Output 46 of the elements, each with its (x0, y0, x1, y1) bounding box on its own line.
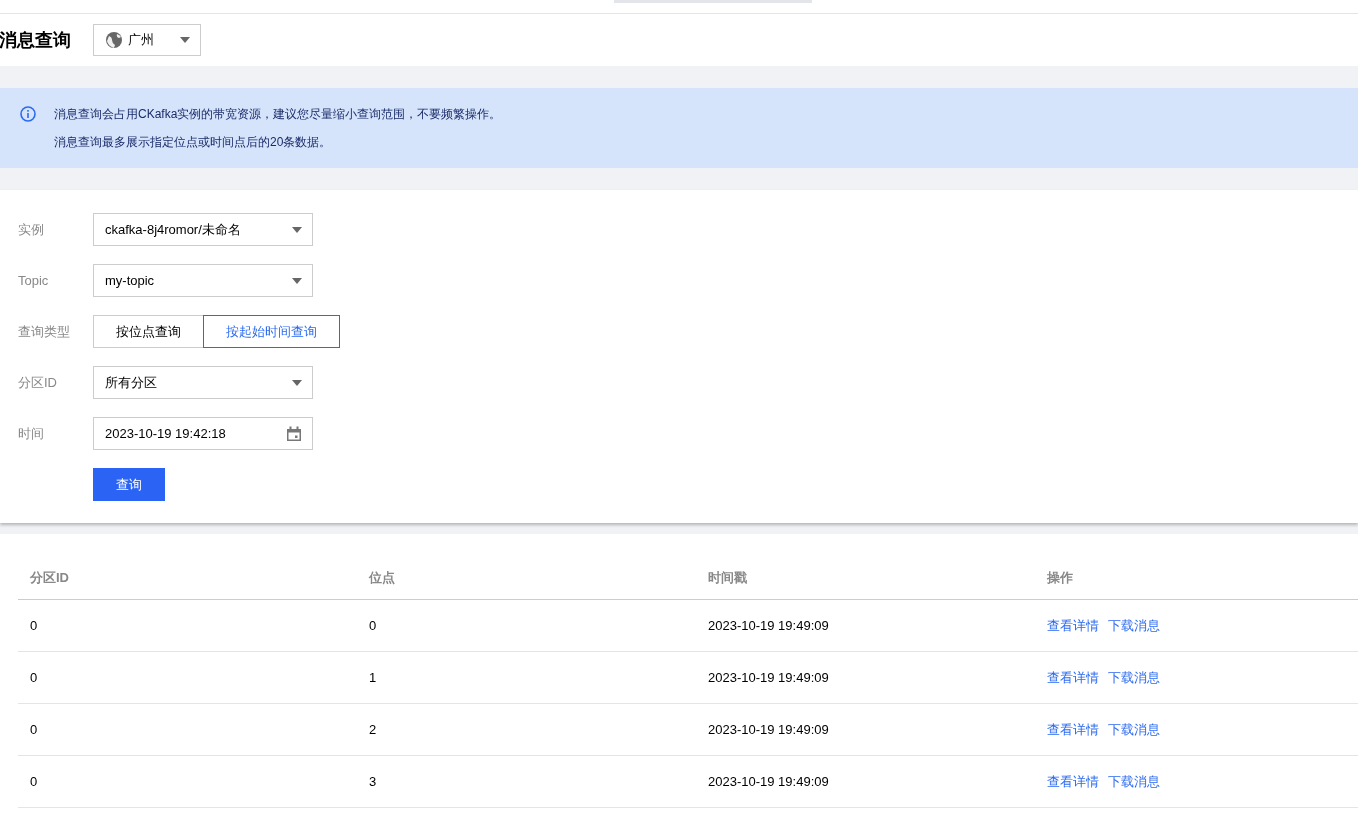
column-header: 位点 (367, 569, 396, 587)
action-link[interactable]: 下载消息 (1108, 772, 1160, 791)
select-field[interactable]: my-topic (93, 264, 313, 297)
table-cell-text: 0 (29, 774, 39, 789)
action-link[interactable]: 查看详情 (1047, 616, 1099, 635)
caret-icon (292, 277, 302, 284)
info-icon (20, 106, 36, 122)
query-button[interactable]: 查询 (93, 468, 165, 501)
table-cell-text: 0 (29, 722, 39, 737)
field-label: 查询类型 (18, 322, 71, 341)
field-label: Topic (18, 273, 50, 288)
field-label: 分区ID (18, 373, 58, 392)
select-field[interactable]: 所有分区 (93, 366, 313, 399)
column-header: 分区ID (29, 569, 70, 587)
table-cell-text: 2023-10-19 19:49:09 (707, 618, 830, 633)
field-label: 实例 (18, 220, 45, 239)
column-header: 时间戳 (707, 569, 748, 587)
table-cell-text: 3 (368, 774, 378, 789)
action-link[interactable]: 查看详情 (1047, 772, 1099, 791)
table-cell-text: 2 (368, 722, 378, 737)
caret-icon (292, 226, 302, 233)
table-cell-text: 0 (29, 670, 39, 685)
action-link[interactable]: 查看详情 (1047, 720, 1099, 739)
globe-icon (106, 32, 122, 48)
caret-icon (292, 379, 302, 386)
notice-text: 消息查询最多展示指定位点或时间点后的20条数据。 (54, 134, 333, 151)
table-cell-text: 2023-10-19 19:49:09 (707, 774, 830, 789)
action-link[interactable]: 下载消息 (1108, 616, 1160, 635)
region-select[interactable]: 广州 (93, 24, 201, 56)
table-cell-text: 1 (368, 670, 378, 685)
query-type-tab[interactable]: 按位点查询 (93, 315, 204, 348)
column-header: 操作 (1046, 569, 1074, 587)
table-cell-text: 0 (29, 618, 39, 633)
query-type-tab[interactable]: 按起始时间查询 (203, 315, 340, 348)
calendar-icon (286, 425, 302, 442)
caret-icon (180, 37, 190, 43)
table-cell-text: 0 (368, 618, 378, 633)
action-link[interactable]: 下载消息 (1108, 668, 1160, 687)
action-link[interactable]: 下载消息 (1108, 720, 1160, 739)
select-field[interactable]: ckafka-8j4romor/未命名 (93, 213, 313, 246)
action-link[interactable]: 查看详情 (1047, 668, 1099, 687)
field-label: 时间 (18, 424, 45, 443)
table-cell-text: 2023-10-19 19:49:09 (707, 722, 830, 737)
date-field[interactable]: 2023-10-19 19:42:18 (93, 417, 313, 450)
notice-text: 消息查询会占用CKafka实例的带宽资源，建议您尽量缩小查询范围，不要频繁操作。 (54, 106, 502, 123)
table-cell-text: 2023-10-19 19:49:09 (707, 670, 830, 685)
